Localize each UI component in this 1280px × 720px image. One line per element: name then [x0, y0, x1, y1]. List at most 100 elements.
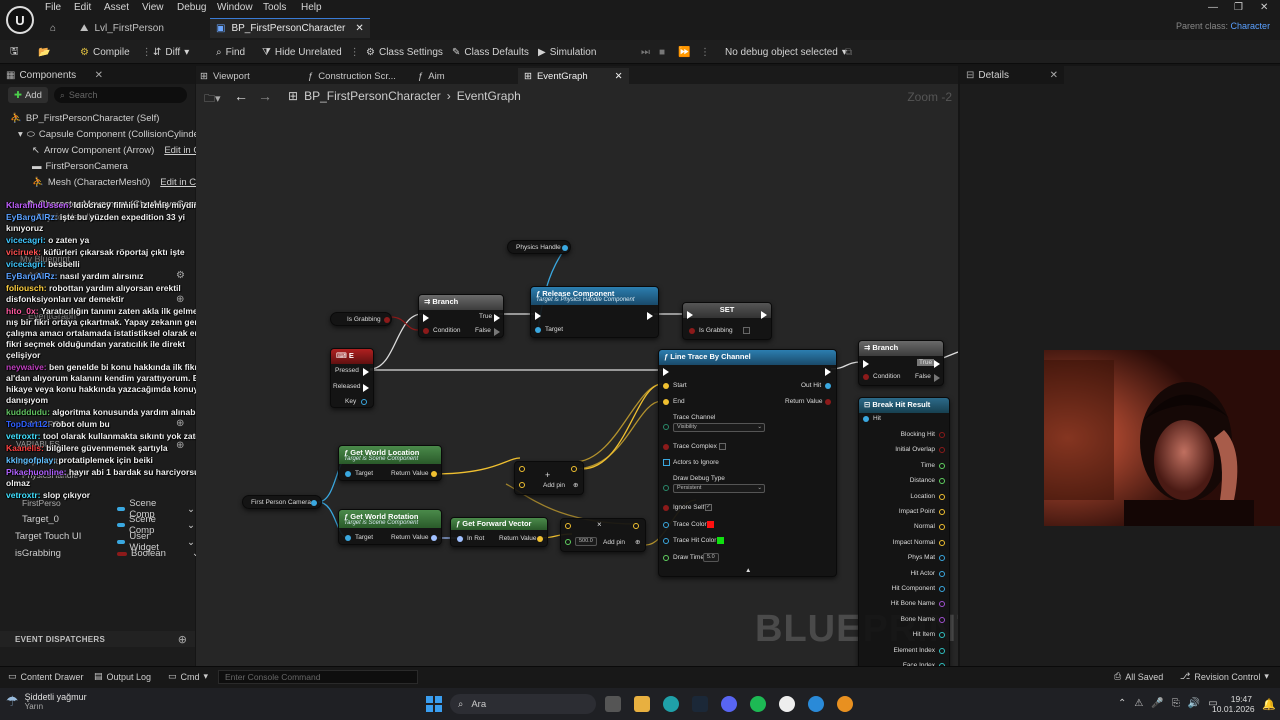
taskbar-clock[interactable]: 19:47 10.01.2026	[1212, 694, 1255, 714]
variable-row[interactable]: Target_0 Scene Comp ⌄	[0, 514, 195, 536]
stop-icon[interactable]: ■	[659, 44, 665, 60]
node-first-person-camera-getter[interactable]: First Person Camera	[242, 495, 322, 509]
save-icon[interactable]: 🖫	[10, 44, 19, 60]
return-pin[interactable]	[825, 399, 831, 405]
color-pin[interactable]	[663, 522, 669, 528]
task-view-icon[interactable]	[605, 696, 621, 712]
output-pin[interactable]	[939, 539, 945, 546]
float-pin[interactable]	[663, 555, 669, 561]
taskbar-search[interactable]: ⌕ Ara	[450, 694, 596, 714]
bool-pin[interactable]	[663, 505, 669, 511]
exec-released-pin[interactable]	[363, 384, 369, 392]
draw-debug-type-select[interactable]: Persistent ⌄	[673, 484, 765, 493]
spotify-icon[interactable]	[750, 696, 766, 712]
tab-aim[interactable]: ƒ Aim	[418, 68, 445, 84]
node-add-vector[interactable]: + Add pin ⊕	[514, 461, 584, 495]
output-pin[interactable]	[939, 586, 945, 592]
output-pin[interactable]	[939, 447, 945, 454]
tree-item-mesh[interactable]: ⛹ Mesh (CharacterMesh0) Edit in C++	[0, 174, 207, 190]
output-pin[interactable]	[939, 462, 945, 469]
details-tab[interactable]: ⊟ Details ✕	[960, 66, 1064, 84]
windows-start-icon[interactable]	[426, 696, 442, 712]
class-settings-button[interactable]: ⚙ Class Settings	[366, 44, 443, 60]
trace-color-swatch[interactable]	[707, 521, 714, 528]
frame-step-icon[interactable]: ⏩	[678, 44, 690, 60]
condition-pin[interactable]	[423, 328, 429, 334]
out-hit-pin[interactable]	[825, 383, 831, 389]
browse-icon[interactable]: 📂	[38, 44, 50, 60]
tree-item-arrow[interactable]: ↖ Arrow Component (Arrow) Edit in C++	[0, 142, 211, 158]
exec-out-pin[interactable]	[761, 311, 767, 319]
parent-class-link[interactable]: Character	[1231, 21, 1271, 31]
condition-pin[interactable]	[863, 374, 869, 380]
node-branch-2[interactable]: ⇉ Branch True Condition False	[858, 340, 944, 386]
notifications-icon[interactable]: 🔔	[1262, 698, 1276, 711]
file-explorer-icon[interactable]	[634, 696, 650, 712]
color-pin[interactable]	[663, 538, 669, 544]
event-graph-canvas[interactable]: 🗀▾ ← → ⊞ BP_FirstPersonCharacter › Event…	[196, 84, 958, 666]
tab-viewport[interactable]: ⊞ Viewport	[200, 68, 250, 84]
exec-out-pin[interactable]	[647, 312, 653, 320]
add-pin-button[interactable]: Add pin	[543, 482, 565, 489]
exec-in-pin[interactable]	[663, 368, 669, 376]
multiplier-input[interactable]: 500.0	[575, 537, 597, 546]
vector-in-pin[interactable]	[519, 466, 525, 472]
find-button[interactable]: ⌕ Find	[216, 44, 245, 60]
exec-false-pin[interactable]	[494, 328, 500, 336]
variable-row[interactable]: isGrabbing Boolean⌄	[0, 548, 200, 565]
output-pin[interactable]	[939, 647, 945, 654]
doc-tab-blueprint[interactable]: ▣ BP_FirstPersonCharacter ✕	[210, 18, 370, 38]
output-pin[interactable]	[939, 493, 945, 500]
menu-window[interactable]: Window	[217, 2, 253, 13]
add-component-button[interactable]: ✚ Add	[8, 87, 48, 103]
object-pin[interactable]	[311, 500, 317, 506]
node-line-trace-by-channel[interactable]: ƒ Line Trace By Channel Start Out Hit En…	[658, 349, 837, 577]
menu-file[interactable]: File	[45, 2, 61, 13]
variable-row[interactable]: Target Touch UI User Widget ⌄	[0, 531, 195, 553]
target-pin[interactable]	[535, 327, 541, 333]
output-pin[interactable]	[939, 478, 945, 485]
array-pin[interactable]	[663, 459, 670, 466]
key-pin[interactable]	[361, 399, 367, 405]
close-panel-icon[interactable]: ✕	[1050, 70, 1058, 81]
menu-debug[interactable]: Debug	[177, 2, 206, 13]
vector-out-pin[interactable]	[431, 471, 437, 477]
diff-button[interactable]: ⇵ Diff ▾	[153, 44, 189, 60]
exec-out-pin[interactable]	[825, 368, 831, 376]
node-set-is-grabbing[interactable]: SET Is Grabbing	[682, 302, 772, 340]
node-get-world-location[interactable]: ƒ Get World Location Target is Scene Comp…	[338, 445, 442, 481]
console-input[interactable]: Enter Console Command	[218, 670, 418, 684]
node-multiply-vector[interactable]: × 500.0 Add pin ⊕	[560, 518, 646, 552]
doc-tab-level[interactable]: ⌂ ⛰ Lvl_FirstPerson	[50, 18, 164, 38]
node-is-grabbing-getter[interactable]: Is Grabbing	[330, 312, 392, 326]
close-tab-icon[interactable]: ✕	[355, 23, 363, 34]
target-pin[interactable]	[345, 535, 351, 541]
output-pin[interactable]	[939, 632, 945, 639]
exec-false-pin[interactable]	[934, 374, 940, 382]
menu-view[interactable]: View	[142, 2, 164, 13]
trace-complex-checkbox[interactable]	[719, 443, 726, 450]
hit-pin[interactable]	[863, 416, 869, 422]
enum-pin[interactable]	[663, 485, 669, 491]
exec-in-pin[interactable]	[687, 311, 693, 319]
exec-pressed-pin[interactable]	[363, 368, 369, 376]
obs-icon[interactable]	[837, 696, 853, 712]
cmd-select[interactable]: ▭ Cmd ▾	[168, 671, 208, 682]
system-tray-icons[interactable]: ⌃⚠🎤⎘🔊▭	[1118, 698, 1226, 709]
vector-in-pin[interactable]	[519, 482, 525, 488]
tree-item-self[interactable]: ⛹ BP_FirstPersonCharacter (Self)	[0, 110, 195, 126]
tree-item-camera[interactable]: ▬ FirstPersonCamera	[0, 158, 195, 174]
menu-asset[interactable]: Asset	[104, 2, 129, 13]
components-tab[interactable]: ▦ Components ✕	[0, 66, 195, 84]
output-pin[interactable]	[939, 509, 945, 515]
bool-pin[interactable]	[689, 328, 695, 334]
target-pin[interactable]	[345, 471, 351, 477]
app-icon[interactable]	[808, 696, 824, 712]
float-in-pin[interactable]	[565, 539, 571, 545]
simulation-button[interactable]: ▶ Simulation	[538, 44, 596, 60]
end-pin[interactable]	[663, 399, 669, 405]
node-get-world-rotation[interactable]: ƒ Get World Rotation Target is Scene Comp…	[338, 509, 442, 545]
close-window-icon[interactable]: ✕	[1260, 2, 1268, 13]
step-icon[interactable]: ⏭	[641, 44, 650, 60]
bool-pin[interactable]	[663, 444, 669, 450]
